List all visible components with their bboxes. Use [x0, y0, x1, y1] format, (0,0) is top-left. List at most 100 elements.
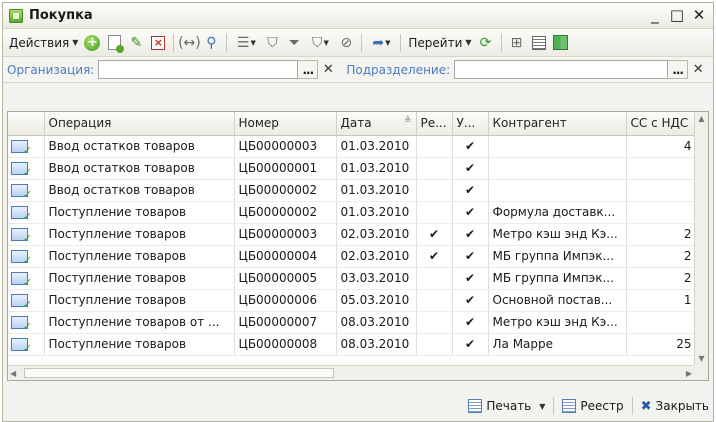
- refresh-button[interactable]: ⟳: [475, 32, 497, 54]
- table-row[interactable]: Ввод остатков товаровЦБ0000000101.03.201…: [8, 157, 697, 180]
- cell-number: ЦБ00000002: [234, 201, 337, 224]
- scroll-left-icon[interactable]: ◀: [10, 366, 16, 380]
- maximize-button[interactable]: □: [669, 7, 685, 24]
- bottom-separator: [553, 397, 555, 415]
- add-icon: +: [84, 34, 101, 51]
- find-button[interactable]: ⚲: [200, 32, 222, 54]
- filter-history-dropdown[interactable]: ⛉ ▼: [305, 32, 335, 54]
- table-row[interactable]: Поступление товаровЦБ0000000503.03.2010 ✔…: [8, 267, 697, 290]
- vertical-scrollbar[interactable]: ▲ ▼: [694, 112, 708, 366]
- cell-date: 01.03.2010: [336, 157, 417, 180]
- posted-document-icon: [11, 338, 32, 354]
- print-button[interactable]: Печать: [468, 399, 531, 413]
- cell-counterparty: МБ группа Импэк...: [488, 267, 627, 290]
- edit-button[interactable]: ✎: [125, 32, 147, 54]
- table-row[interactable]: Поступление товаровЦБ0000000402.03.2010✔…: [8, 245, 697, 268]
- documents-table[interactable]: Операция Номер Дата ≜ Ре... У... Контраге…: [7, 111, 709, 381]
- cell-re: [416, 157, 453, 180]
- organization-select-button[interactable]: ...: [298, 60, 319, 79]
- delete-icon: ×: [151, 35, 166, 50]
- cell-cost-with-vat: [626, 201, 697, 224]
- add-button[interactable]: +: [81, 32, 103, 54]
- list-structure-icon: ☰: [236, 34, 250, 51]
- table-row[interactable]: Поступление товаровЦБ0000000808.03.2010 ✔…: [8, 333, 697, 356]
- cell-cost-with-vat: 4: [626, 135, 697, 158]
- actions-menu[interactable]: Действия ▼: [6, 32, 81, 54]
- column-header-re[interactable]: Ре...: [416, 112, 453, 136]
- report-list-button[interactable]: [528, 32, 550, 54]
- cell-re: [416, 201, 453, 224]
- goto-menu[interactable]: Перейти ▼: [405, 32, 474, 54]
- interval-button[interactable]: (↔): [178, 32, 201, 54]
- table-icon: [553, 35, 569, 50]
- row-document-icon: [8, 311, 45, 334]
- close-window-button[interactable]: ✕: [691, 7, 707, 24]
- organization-clear-button[interactable]: ✕: [318, 60, 338, 79]
- posted-document-icon: [11, 228, 32, 244]
- cell-cost-with-vat: 25: [626, 333, 697, 356]
- column-header-counterparty[interactable]: Контрагент: [488, 112, 627, 136]
- cell-number: ЦБ00000002: [234, 179, 337, 202]
- row-document-icon: [8, 223, 45, 246]
- scroll-right-icon[interactable]: ▶: [686, 366, 692, 380]
- cell-u: ✔: [452, 289, 489, 312]
- cell-counterparty: [488, 135, 627, 158]
- column-header-date-label: Дата: [340, 116, 372, 131]
- column-header-operation[interactable]: Операция: [44, 112, 235, 136]
- scroll-down-icon[interactable]: ▼: [695, 352, 708, 366]
- table-row[interactable]: Поступление товаров от ...ЦБ0000000708.0…: [8, 311, 697, 334]
- cell-u: ✔: [452, 267, 489, 290]
- structure-button[interactable]: ⊞: [506, 32, 528, 54]
- horizontal-scroll-thumb[interactable]: [24, 368, 334, 378]
- column-header-icon[interactable]: [8, 112, 45, 136]
- table-row[interactable]: Поступление товаровЦБ0000000302.03.2010✔…: [8, 223, 697, 246]
- cell-number: ЦБ00000008: [234, 333, 337, 356]
- clear-filter-button[interactable]: ⊘: [335, 32, 357, 54]
- refresh-icon: ⟳: [479, 34, 492, 51]
- cell-u: ✔: [452, 223, 489, 246]
- department-input[interactable]: [454, 60, 669, 79]
- filter-button[interactable]: ⏷: [283, 32, 305, 54]
- column-header-cost-with-vat[interactable]: СС с НДС: [626, 112, 697, 136]
- filter-value-icon: ⛉: [267, 34, 278, 51]
- chevron-down-icon: ▼: [323, 38, 329, 47]
- cell-operation: Ввод остатков товаров: [44, 179, 235, 202]
- column-header-number[interactable]: Номер: [234, 112, 337, 136]
- table-view-button[interactable]: [550, 32, 572, 54]
- cell-cost-with-vat: 2: [626, 267, 697, 290]
- posted-document-icon: [11, 162, 32, 178]
- horizontal-scrollbar[interactable]: ◀ ▶: [8, 365, 696, 380]
- struct-dropdown[interactable]: ☰ ▼: [231, 32, 261, 54]
- scroll-up-icon[interactable]: ▲: [695, 112, 708, 126]
- cell-operation: Поступление товаров от ...: [44, 311, 235, 334]
- cell-u: ✔: [452, 311, 489, 334]
- filter-by-value-button[interactable]: ⛉: [261, 32, 283, 54]
- column-header-u[interactable]: У...: [452, 112, 489, 136]
- cell-operation: Поступление товаров: [44, 223, 235, 246]
- department-clear-button[interactable]: ✕: [688, 60, 708, 79]
- delete-button[interactable]: ×: [147, 32, 169, 54]
- column-header-date[interactable]: Дата ≜: [336, 112, 417, 136]
- registry-button[interactable]: Реестр: [562, 399, 624, 413]
- table-row[interactable]: Ввод остатков товаровЦБ0000000301.03.201…: [8, 135, 697, 158]
- minimize-button[interactable]: _: [647, 7, 663, 24]
- cell-u: ✔: [452, 135, 489, 158]
- print-dropdown-icon[interactable]: ▼: [539, 402, 545, 411]
- table-row[interactable]: Ввод остатков товаровЦБ0000000201.03.201…: [8, 179, 697, 202]
- copy-button[interactable]: [103, 32, 125, 54]
- based-on-icon: ➦: [372, 34, 385, 51]
- cell-date: 02.03.2010: [336, 223, 417, 246]
- table-row[interactable]: Поступление товаровЦБ0000000201.03.2010 ✔…: [8, 201, 697, 224]
- cell-counterparty: Метро кэш энд Кэ...: [488, 311, 627, 334]
- filter-bar: Организация: ... ✕ Подразделение: ... ✕: [3, 57, 713, 83]
- close-button[interactable]: ✖ Закрыть: [641, 399, 709, 414]
- cell-cost-with-vat: [626, 179, 697, 202]
- department-select-button[interactable]: ...: [668, 60, 689, 79]
- cell-operation: Поступление товаров: [44, 289, 235, 312]
- cell-date: 01.03.2010: [336, 179, 417, 202]
- based-on-dropdown[interactable]: ➦ ▼: [366, 32, 396, 54]
- cell-number: ЦБ00000007: [234, 311, 337, 334]
- table-row[interactable]: Поступление товаровЦБ0000000605.03.2010 ✔…: [8, 289, 697, 312]
- row-document-icon: [8, 333, 45, 356]
- organization-input[interactable]: [98, 60, 299, 79]
